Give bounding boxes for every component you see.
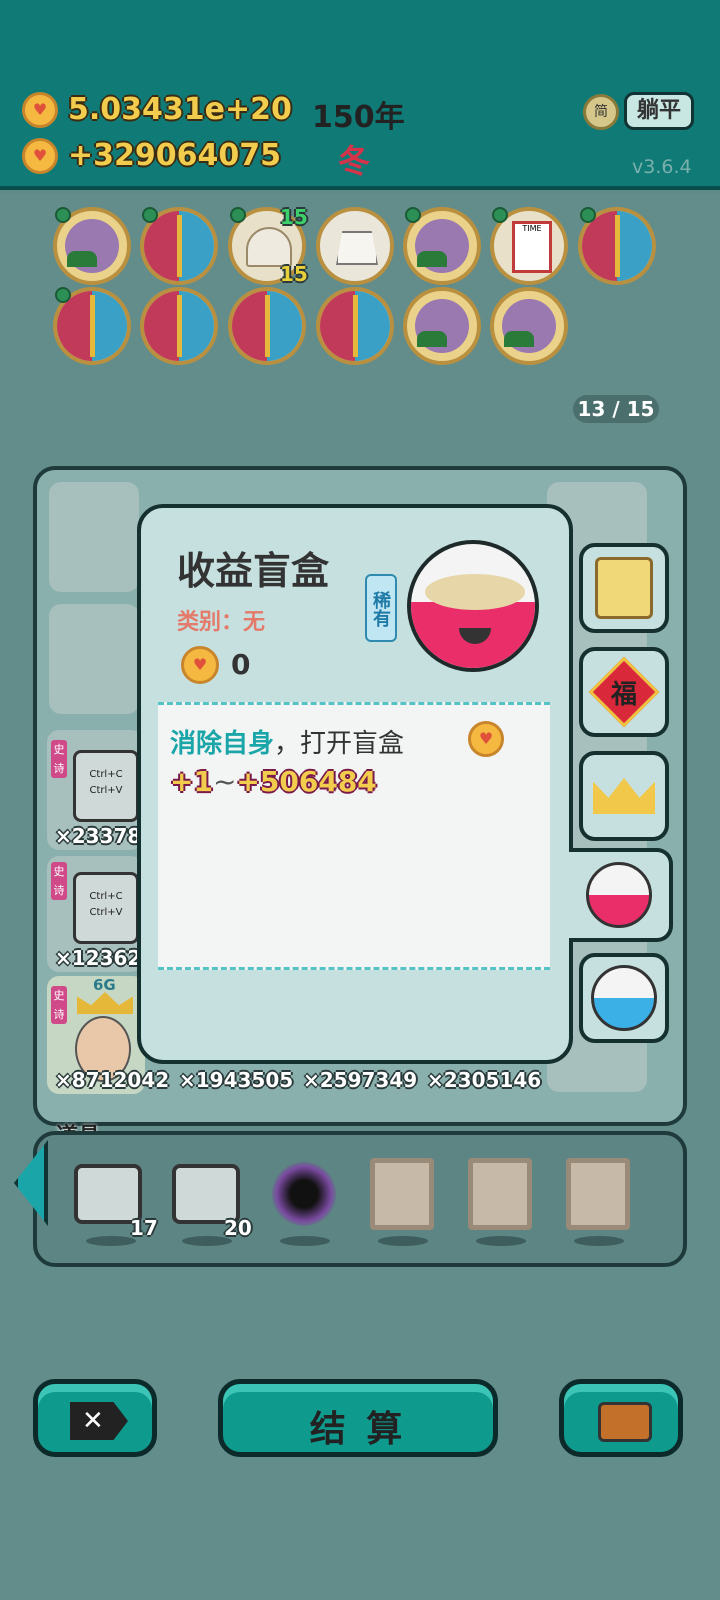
item-title: 收益盲盒 [177, 549, 330, 593]
item-cost: 0 [231, 648, 251, 681]
season-label: 冬 [338, 142, 371, 180]
tool-slot-empty[interactable] [468, 1158, 532, 1230]
item-description: 消除自身，打开盲盒 ♥ +1~+506484 [158, 702, 550, 970]
cell-count: ×12362 [55, 946, 142, 970]
blue-blind-box-icon [591, 965, 657, 1031]
copy-paste-item: Ctrl+C Ctrl+V [73, 872, 139, 944]
inventory-item-bowls[interactable] [228, 287, 306, 365]
coins-rate: +329064075 [68, 138, 282, 173]
desc-text: ，打开盲盒 [274, 729, 405, 759]
blind-box-icon [586, 862, 652, 928]
year-label: 150年 [312, 100, 405, 135]
inventory-item-skirt[interactable] [316, 207, 394, 285]
briefcase-button[interactable] [559, 1379, 683, 1457]
tool-slot-empty[interactable] [566, 1158, 630, 1230]
shadow [378, 1236, 428, 1246]
coin-icon: ♥ [22, 92, 58, 128]
ctrl-v-label: Ctrl+V [89, 907, 123, 918]
gacha-machine-icon [595, 557, 653, 619]
reward-separator: ~ [212, 765, 237, 798]
reward-min: +1 [170, 765, 213, 798]
cell-count: ×2597349 [303, 1068, 418, 1092]
epic-badge: 史诗 [51, 986, 67, 1024]
shadow [86, 1236, 136, 1246]
inventory-item-multiplier-man[interactable] [403, 287, 481, 365]
tab-fortune[interactable]: 福 [579, 647, 669, 737]
cell-count: ×23378 [55, 824, 142, 848]
time-label: TIME [512, 221, 552, 273]
tool-slot-empty[interactable] [370, 1158, 434, 1230]
briefcase-icon [598, 1402, 652, 1442]
lie-flat-button[interactable]: 躺平 [624, 92, 694, 130]
tab-crown[interactable] [579, 751, 669, 841]
pin-icon [492, 207, 508, 223]
shell-count-bottom: 15 [280, 262, 308, 286]
epic-badge: 史诗 [51, 740, 67, 778]
inventory-item-bowls[interactable] [140, 287, 218, 365]
tool-count: 20 [224, 1216, 252, 1240]
pin-icon [580, 207, 596, 223]
ctrl-c-label: Ctrl+C [89, 769, 123, 780]
6g-badge: 6G [93, 976, 116, 994]
cell-count: ×8712042 [55, 1068, 170, 1092]
tab-gacha-machine[interactable] [579, 543, 669, 633]
coin-rate-icon: ♥ [22, 138, 58, 174]
delete-button[interactable]: ✕ [33, 1379, 157, 1457]
pin-icon [230, 207, 246, 223]
board-cell[interactable] [49, 604, 139, 714]
pin-icon [55, 207, 71, 223]
inventory-pager: 13 / 15 [573, 395, 659, 423]
tool-count: 17 [130, 1216, 158, 1240]
desc-highlight: 消除自身 [170, 729, 275, 759]
tab-blue-blind-box[interactable] [579, 953, 669, 1043]
coin-icon: ♥ [181, 646, 219, 684]
top-bar: ♥ 5.03431e+20 ♥ +329064075 150年 冬 简 躺平 v… [0, 0, 720, 190]
copy-paste-item: Ctrl+C Ctrl+V [73, 750, 139, 822]
epic-badge: 史诗 [51, 862, 67, 900]
pin-icon [405, 207, 421, 223]
item-category: 类别：无 [177, 610, 266, 635]
delete-icon: ✕ [70, 1402, 128, 1440]
tab-blind-box-active[interactable] [569, 848, 673, 942]
fortune-char: 福 [610, 679, 637, 710]
cell-count: ×2305146 [427, 1068, 542, 1092]
black-hole-icon[interactable] [272, 1162, 336, 1226]
settle-button[interactable]: 结 算 [218, 1379, 498, 1457]
coin-icon: ♥ [468, 721, 504, 757]
tool-epic-cards[interactable] [74, 1164, 142, 1224]
rarity-badge: 稀有 [365, 574, 397, 642]
version-label: v3.6.4 [632, 156, 692, 178]
inventory-item-multiplier-man[interactable] [490, 287, 568, 365]
simplified-toggle-icon[interactable]: 简 [583, 94, 619, 130]
crown-icon [593, 778, 655, 814]
reward-max: +506484 [236, 765, 377, 798]
shadow [182, 1236, 232, 1246]
board-cell[interactable] [49, 482, 139, 592]
crown-icon [77, 992, 133, 1014]
shadow [574, 1236, 624, 1246]
inventory-item-bowls[interactable] [316, 287, 394, 365]
blind-box-icon [407, 540, 539, 672]
pin-icon [55, 287, 71, 303]
ctrl-c-label: Ctrl+C [89, 891, 123, 902]
shadow [476, 1236, 526, 1246]
pin-icon [142, 207, 158, 223]
coins-total: 5.03431e+20 [68, 92, 292, 127]
tool-empty-cards[interactable] [172, 1164, 240, 1224]
cell-count: ×1943505 [179, 1068, 294, 1092]
settle-label: 结 算 [309, 1409, 407, 1450]
ctrl-v-label: Ctrl+V [89, 785, 123, 796]
shell-count-top: 15 [280, 205, 308, 229]
shadow [280, 1236, 330, 1246]
